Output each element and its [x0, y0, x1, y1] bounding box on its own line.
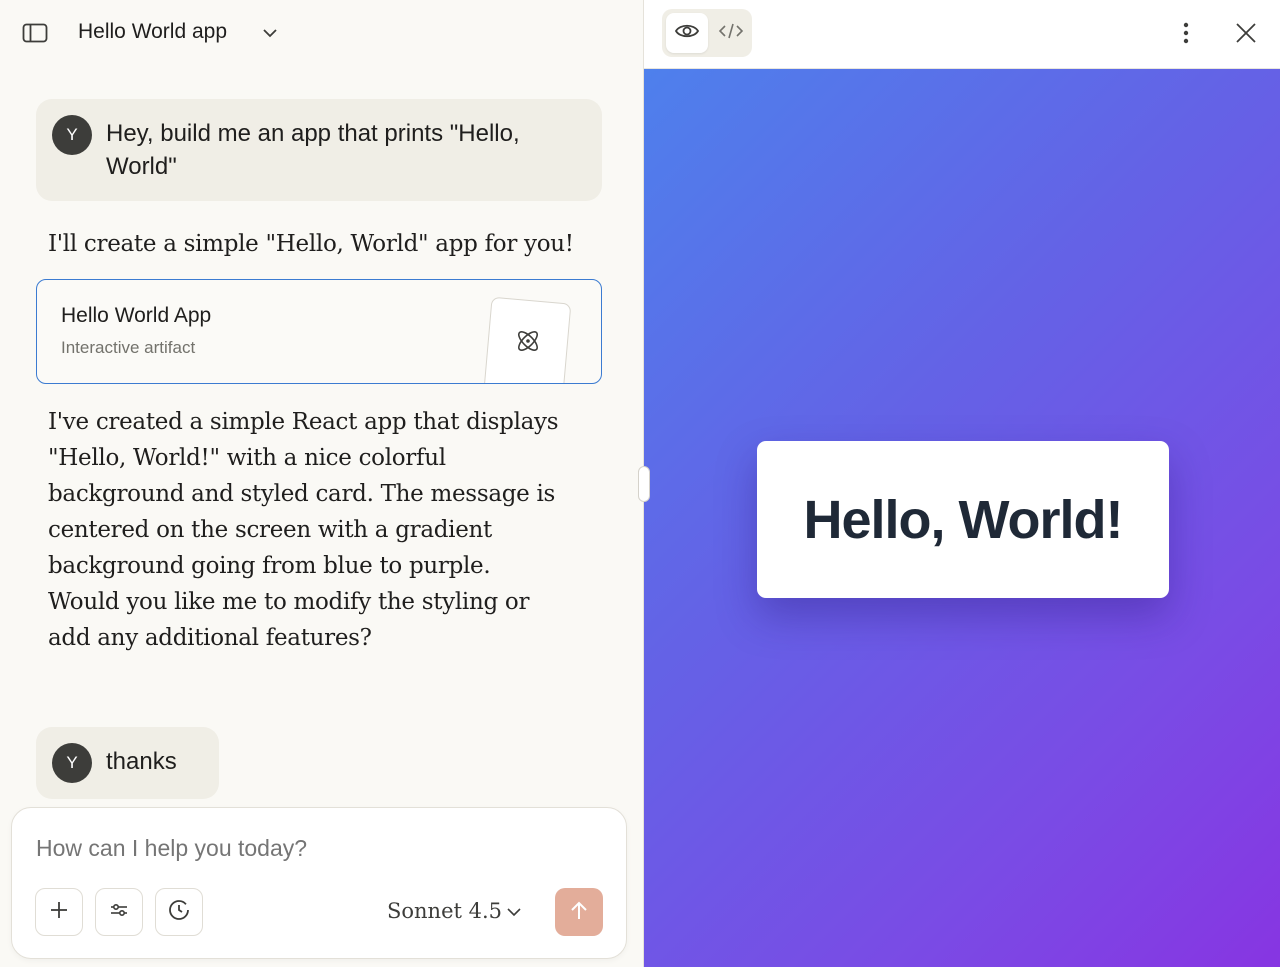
model-selector[interactable]: Sonnet 4.5	[387, 899, 502, 923]
tools-button[interactable]	[95, 888, 143, 936]
eye-icon	[674, 21, 700, 46]
user-message-text: Hey, build me an app that prints "Hello,…	[106, 120, 520, 180]
more-vertical-icon[interactable]	[1172, 20, 1196, 48]
user-message: Y Hey, build me an app that prints "Hell…	[36, 99, 602, 201]
preview-tab[interactable]	[666, 13, 708, 53]
chevron-down-icon[interactable]	[262, 26, 278, 38]
sidebar-toggle-icon[interactable]	[22, 22, 48, 44]
artifact-card[interactable]: Hello World App Interactive artifact	[36, 279, 602, 384]
close-icon[interactable]	[1234, 21, 1258, 45]
artifact-subtitle: Interactive artifact	[61, 338, 196, 357]
user-message: Y thanks	[36, 727, 219, 799]
preview-toolbar	[644, 0, 1280, 69]
composer: Sonnet 4.5	[11, 807, 627, 959]
avatar: Y	[52, 115, 92, 155]
avatar: Y	[52, 743, 92, 783]
hello-card: Hello, World!	[757, 441, 1169, 598]
message-input[interactable]	[36, 832, 596, 864]
sliders-icon	[109, 900, 129, 925]
assistant-message: I'll create a simple "Hello, World" app …	[48, 231, 574, 257]
history-icon	[167, 898, 191, 927]
chat-panel: Hello World app Y Hey, build me an app t…	[0, 0, 644, 967]
artifact-title: Hello World App	[61, 304, 212, 327]
panel-resize-handle[interactable]	[638, 466, 650, 502]
chat-title[interactable]: Hello World app	[78, 20, 227, 44]
arrow-up-icon	[569, 899, 589, 926]
app-preview: Hello, World!	[644, 69, 1280, 967]
assistant-message: I've created a simple React app that dis…	[48, 409, 559, 651]
user-message-text: thanks	[106, 748, 177, 775]
code-icon	[718, 21, 744, 46]
plus-icon	[49, 900, 69, 925]
chat-header: Hello World app	[0, 0, 644, 66]
preview-panel: Hello, World!	[644, 0, 1280, 967]
code-tab[interactable]	[710, 13, 752, 53]
history-button[interactable]	[155, 888, 203, 936]
send-button[interactable]	[555, 888, 603, 936]
chevron-down-icon[interactable]	[506, 905, 522, 917]
atom-icon	[513, 326, 543, 356]
hello-world-heading: Hello, World!	[803, 489, 1124, 550]
add-button[interactable]	[35, 888, 83, 936]
